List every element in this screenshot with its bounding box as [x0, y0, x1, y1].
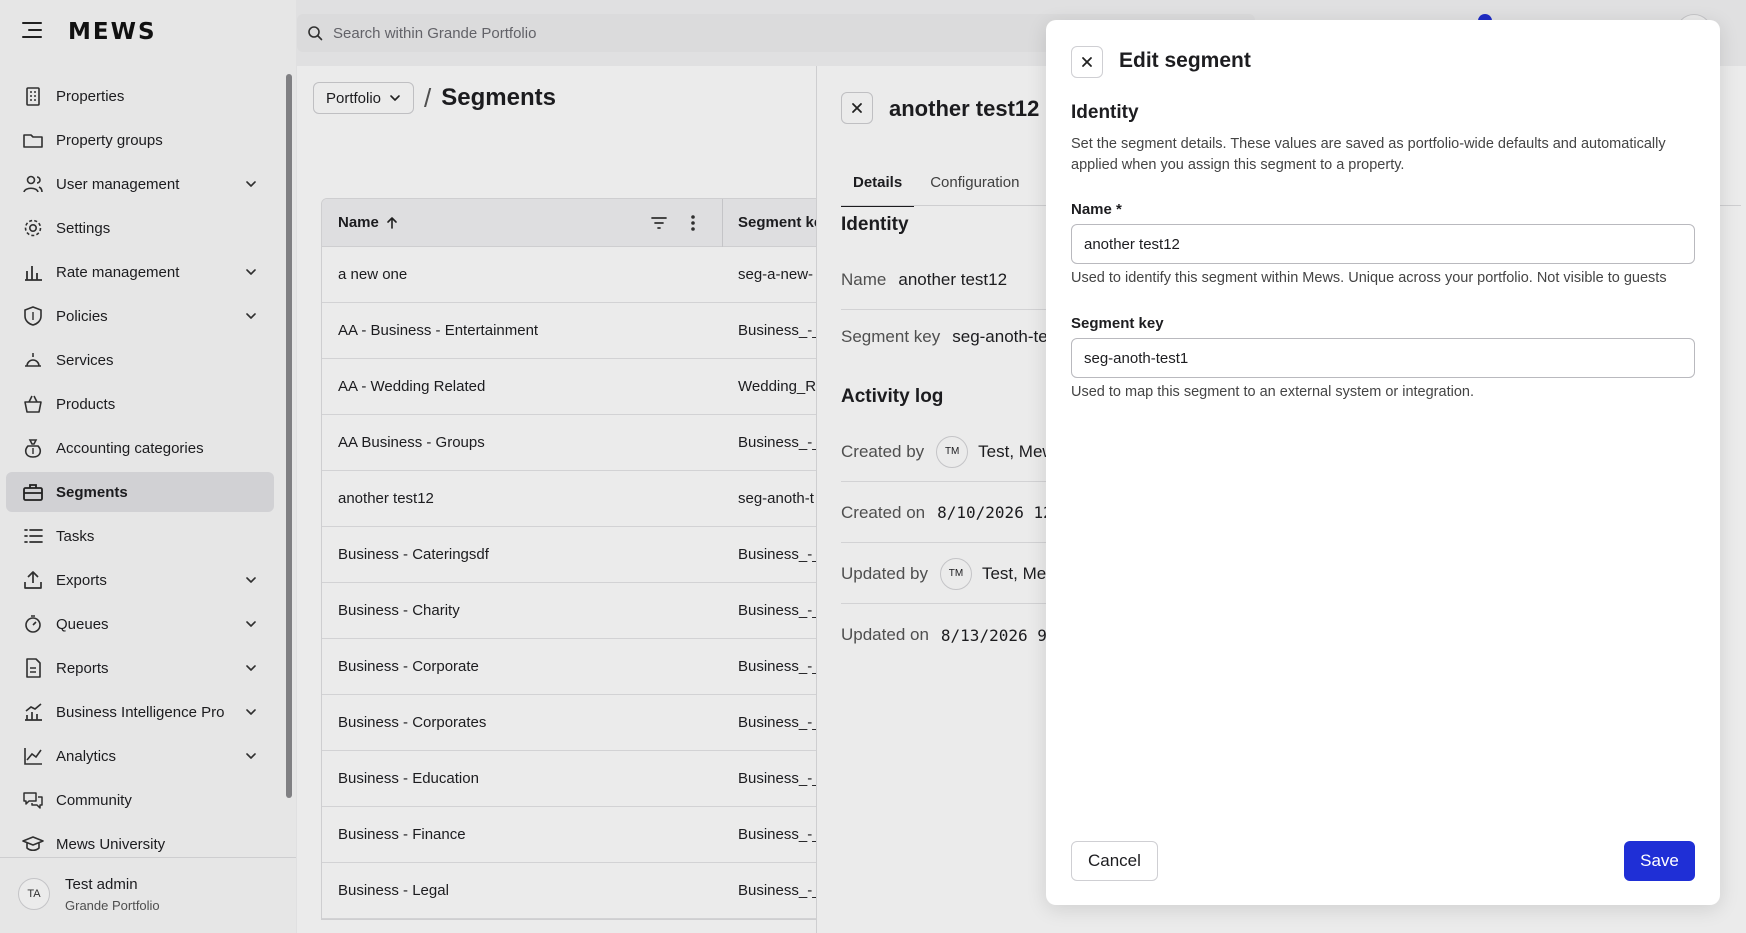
close-icon	[1082, 57, 1092, 67]
edit-segment-dialog: Edit segment Identity Set the segment de…	[1046, 20, 1720, 905]
segment-key-field-label: Segment key	[1071, 315, 1164, 332]
cancel-button[interactable]: Cancel	[1071, 841, 1158, 881]
name-field-hint: Used to identify this segment within Mew…	[1071, 270, 1667, 286]
segment-key-field[interactable]	[1071, 338, 1695, 378]
dialog-title: Edit segment	[1119, 49, 1251, 72]
name-field[interactable]	[1071, 224, 1695, 264]
identity-description: Set the segment details. These values ar…	[1071, 136, 1666, 173]
identity-heading: Identity	[1071, 102, 1139, 123]
dialog-close-button[interactable]	[1071, 46, 1103, 78]
segment-key-field-hint: Used to map this segment to an external …	[1071, 384, 1474, 400]
save-button[interactable]: Save	[1624, 841, 1695, 881]
name-field-label: Name *	[1071, 201, 1122, 218]
